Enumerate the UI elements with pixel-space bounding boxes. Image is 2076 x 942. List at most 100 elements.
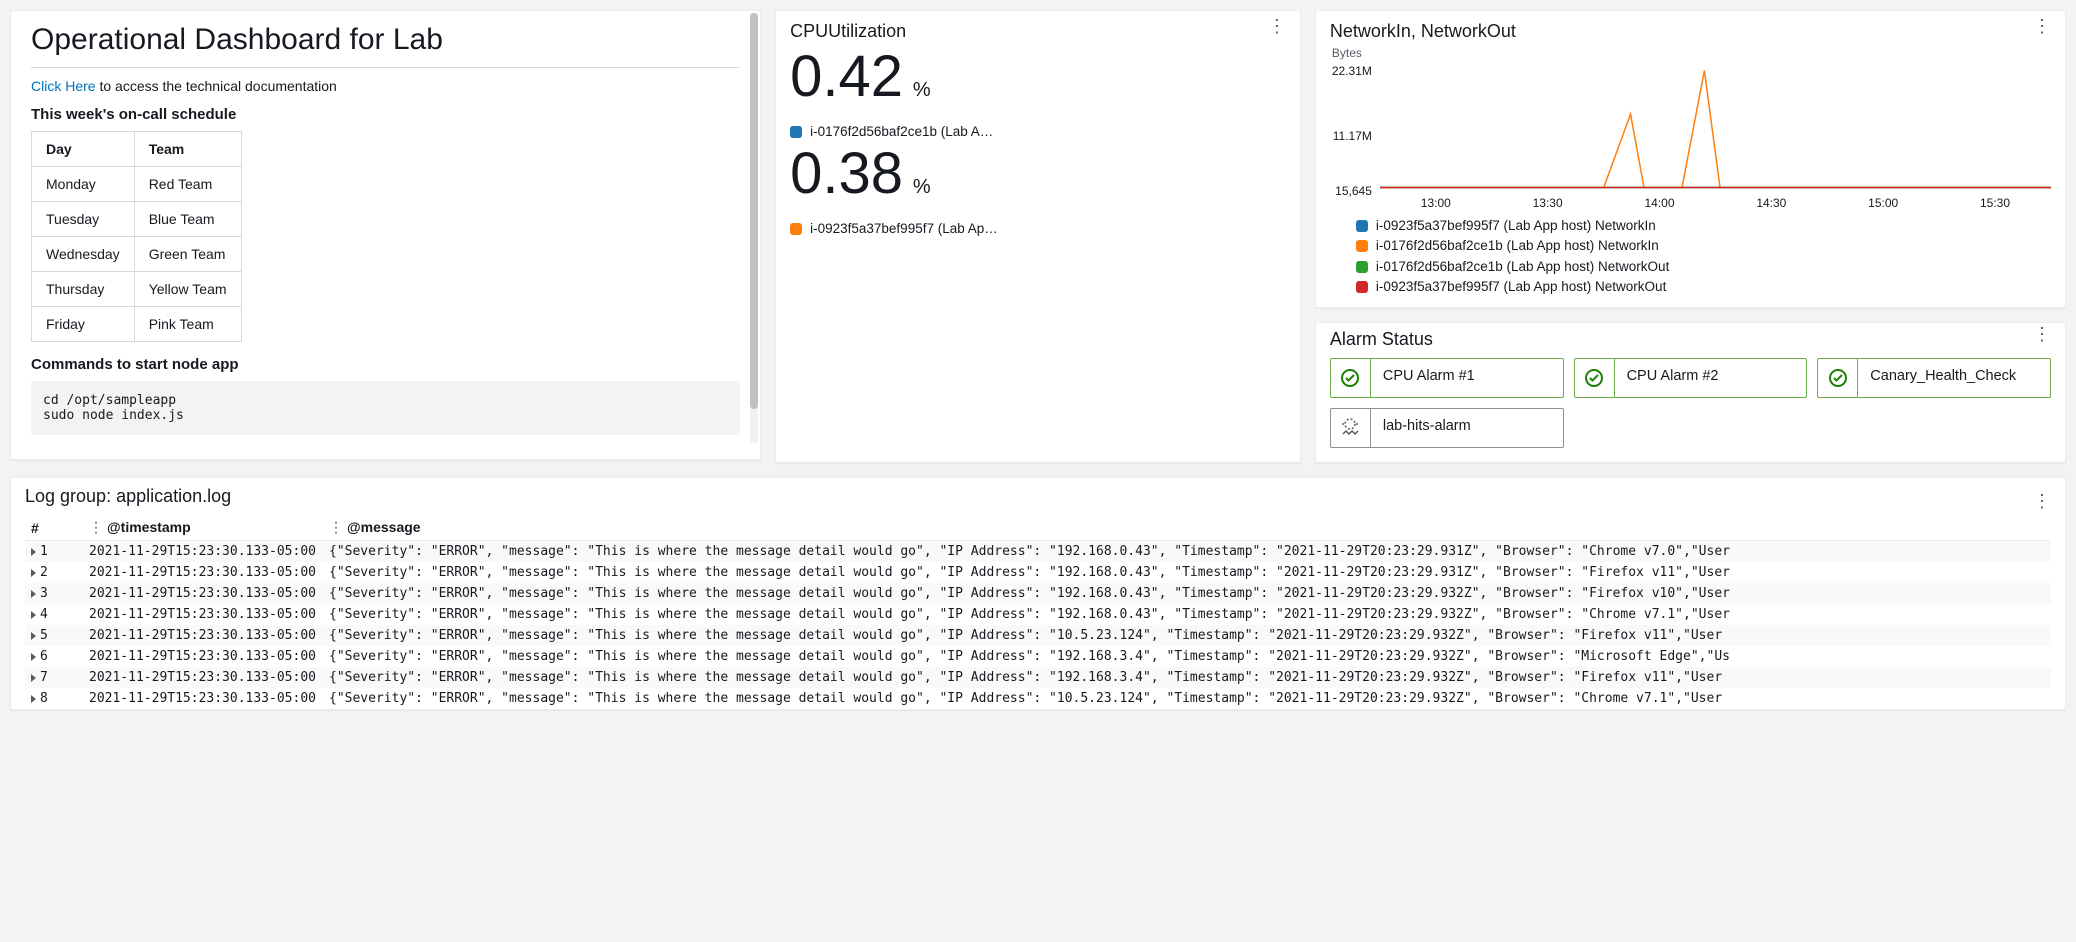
legend-swatch [1356,240,1368,252]
network-chart[interactable]: 22.31M11.17M15,645 [1330,64,2051,194]
log-row-msg: {"Severity": "ERROR", "message": "This i… [323,541,2051,563]
log-row[interactable]: 82021-11-29T15:23:30.133-05:00{"Severity… [25,688,2051,709]
y-tick: 11.17M [1333,129,1372,143]
cpu-legend-label: i-0923f5a37bef995f7 (Lab Ap… [810,221,998,236]
log-col-msg[interactable]: ⋮@message [323,515,2051,541]
network-legend-row: i-0176f2d56baf2ce1b (Lab App host) Netwo… [1356,236,2051,256]
expand-icon[interactable] [31,548,36,556]
network-legend-label: i-0176f2d56baf2ce1b (Lab App host) Netwo… [1376,236,1659,256]
cpu-menu-icon[interactable] [1268,21,1286,31]
log-row[interactable]: 42021-11-29T15:23:30.133-05:00{"Severity… [25,604,2051,625]
log-col-ts[interactable]: ⋮@timestamp [83,515,323,541]
commands-heading: Commands to start node app [31,356,740,373]
log-row[interactable]: 52021-11-29T15:23:30.133-05:00{"Severity… [25,625,2051,646]
expand-icon[interactable] [31,569,36,577]
schedule-day: Monday [32,167,135,202]
x-tick: 15:00 [1868,196,1898,210]
log-row[interactable]: 12021-11-29T15:23:30.133-05:00{"Severity… [25,541,2051,563]
network-title: NetworkIn, NetworkOut [1330,21,1516,42]
cpu-unit: % [913,176,931,198]
network-legend-row: i-0923f5a37bef995f7 (Lab App host) Netwo… [1356,216,2051,236]
alarm-card[interactable]: CPU Alarm #2 [1574,358,1808,398]
schedule-row: MondayRed Team [32,167,242,202]
check-circle-icon [1575,359,1615,397]
cpu-title: CPUUtilization [790,21,906,42]
log-row[interactable]: 72021-11-29T15:23:30.133-05:00{"Severity… [25,667,2051,688]
network-ylabel: Bytes [1332,46,2051,60]
log-row-ts: 2021-11-29T15:23:30.133-05:00 [83,625,323,646]
log-row-num: 5 [25,625,83,646]
legend-swatch [790,223,802,235]
schedule-row: TuesdayBlue Team [32,202,242,237]
log-row-msg: {"Severity": "ERROR", "message": "This i… [323,625,2051,646]
alarm-label: lab-hits-alarm [1371,409,1483,447]
log-row-ts: 2021-11-29T15:23:30.133-05:00 [83,562,323,583]
doc-link-suffix: to access the technical documentation [99,78,336,94]
x-tick: 13:00 [1421,196,1451,210]
doc-panel: Operational Dashboard for Lab Click Here… [10,10,761,460]
schedule-team: Red Team [134,167,241,202]
alarm-card[interactable]: CPU Alarm #1 [1330,358,1564,398]
commands-code: cd /opt/sampleapp sudo node index.js [31,381,740,435]
network-menu-icon[interactable] [2033,21,2051,31]
log-row[interactable]: 32021-11-29T15:23:30.133-05:00{"Severity… [25,583,2051,604]
log-panel: Log group: application.log # ⋮@timestamp… [10,477,2066,710]
network-legend-label: i-0923f5a37bef995f7 (Lab App host) Netwo… [1376,277,1666,297]
log-row-ts: 2021-11-29T15:23:30.133-05:00 [83,541,323,563]
log-row-ts: 2021-11-29T15:23:30.133-05:00 [83,604,323,625]
log-row[interactable]: 22021-11-29T15:23:30.133-05:00{"Severity… [25,562,2051,583]
x-tick: 13:30 [1533,196,1563,210]
alarm-menu-icon[interactable] [2033,329,2051,339]
alarm-label: CPU Alarm #2 [1615,359,1731,397]
log-title: Log group: application.log [25,486,231,507]
expand-icon[interactable] [31,632,36,640]
network-panel: NetworkIn, NetworkOut Bytes 22.31M 11.17M… [1315,10,2066,308]
schedule-team: Green Team [134,237,241,272]
cpu-unit: % [913,79,931,101]
network-legend-label: i-0176f2d56baf2ce1b (Lab App host) Netwo… [1376,257,1669,277]
log-row-ts: 2021-11-29T15:23:30.133-05:00 [83,646,323,667]
log-row-ts: 2021-11-29T15:23:30.133-05:00 [83,688,323,709]
log-row-num: 4 [25,604,83,625]
expand-icon[interactable] [31,590,36,598]
scrollbar[interactable] [750,13,758,443]
log-table: # ⋮@timestamp ⋮@message 12021-11-29T15:2… [25,515,2051,709]
schedule-col-team: Team [134,132,241,167]
expand-icon[interactable] [31,674,36,682]
schedule-day: Friday [32,307,135,342]
log-menu-icon[interactable] [2033,496,2051,506]
alarm-label: Canary_Health_Check [1858,359,2028,397]
doc-link[interactable]: Click Here [31,78,96,94]
log-row[interactable]: 62021-11-29T15:23:30.133-05:00{"Severity… [25,646,2051,667]
expand-icon[interactable] [31,695,36,703]
cpu-value: 0.38 [790,141,903,206]
page-title: Operational Dashboard for Lab [31,23,740,57]
schedule-day: Wednesday [32,237,135,272]
log-row-num: 2 [25,562,83,583]
alarm-card[interactable]: Canary_Health_Check [1817,358,2051,398]
cpu-legend-label: i-0176f2d56baf2ce1b (Lab A… [810,124,993,139]
alarm-card[interactable]: lab-hits-alarm [1330,408,1564,448]
legend-swatch [1356,220,1368,232]
alarm-label: CPU Alarm #1 [1371,359,1487,397]
expand-icon[interactable] [31,611,36,619]
schedule-heading: This week's on-call schedule [31,106,740,123]
log-col-num[interactable]: # [25,515,83,541]
alarm-panel: Alarm Status CPU Alarm #1 CPU Alarm #2 Can… [1315,322,2066,463]
y-tick: 22.31M [1332,64,1372,78]
log-row-msg: {"Severity": "ERROR", "message": "This i… [323,688,2051,709]
network-legend-row: i-0176f2d56baf2ce1b (Lab App host) Netwo… [1356,257,2051,277]
expand-icon[interactable] [31,653,36,661]
schedule-table: Day Team MondayRed TeamTuesdayBlue TeamW… [31,131,242,342]
log-row-num: 7 [25,667,83,688]
y-tick: 15,645 [1335,184,1372,198]
alarm-title: Alarm Status [1330,329,1433,350]
schedule-team: Pink Team [134,307,241,342]
schedule-day: Tuesday [32,202,135,237]
legend-swatch [790,126,802,138]
insufficient-data-icon [1331,409,1371,447]
legend-swatch [1356,281,1368,293]
schedule-row: FridayPink Team [32,307,242,342]
log-row-msg: {"Severity": "ERROR", "message": "This i… [323,667,2051,688]
schedule-team: Blue Team [134,202,241,237]
